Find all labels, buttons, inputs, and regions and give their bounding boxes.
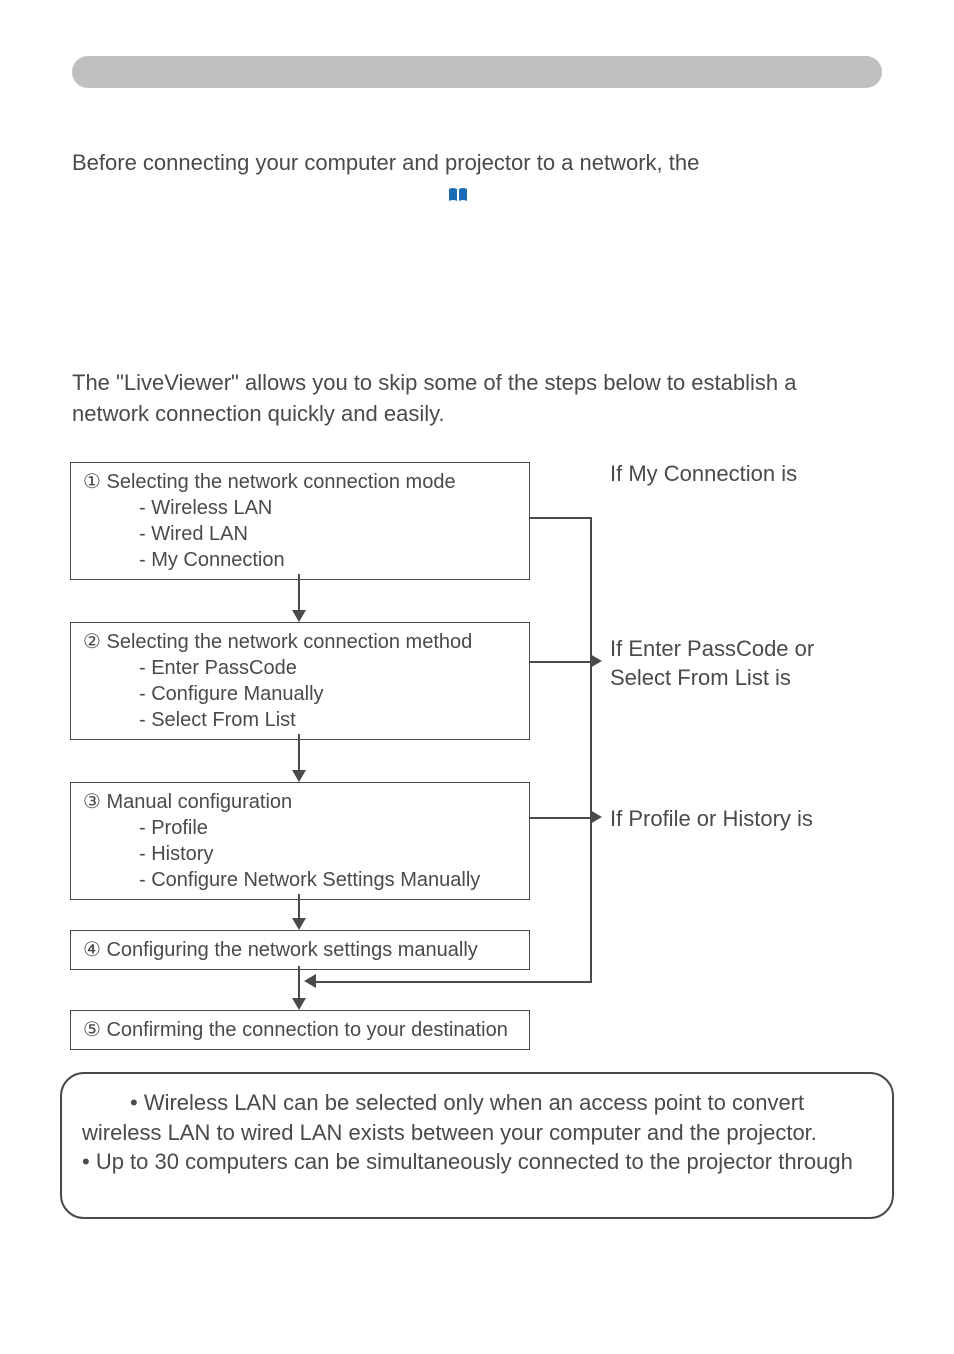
flowchart: ① Selecting the network connection mode …	[60, 450, 895, 1030]
box1-item1: - Wireless LAN	[83, 495, 517, 521]
connector-3-h	[530, 817, 592, 819]
connector-1-h	[530, 517, 592, 519]
intro-line1: Before connecting your computer and proj…	[72, 150, 699, 175]
arrow-head-back-left	[304, 974, 316, 988]
header-bar	[72, 56, 882, 88]
arrow-head-3-4	[292, 918, 306, 930]
arrow-head-4-5	[292, 998, 306, 1010]
connector-main-v	[590, 517, 592, 983]
label2-line2: Select From List is	[610, 665, 791, 690]
box2-item3: - Select From List	[83, 707, 517, 733]
connector-2-h	[530, 661, 592, 663]
book-icon	[448, 179, 468, 210]
side-label-1: If My Connection is	[610, 460, 797, 489]
box1-item2: - Wired LAN	[83, 521, 517, 547]
section-line2: network connection quickly and easily.	[72, 401, 445, 426]
box3-item1: - Profile	[83, 815, 517, 841]
box3-item2: - History	[83, 841, 517, 867]
section-paragraph: The "LiveViewer" allows you to skip some…	[72, 368, 882, 430]
connector-back-h	[314, 981, 592, 983]
arrow-head-1-2	[292, 610, 306, 622]
box3-item3: - Configure Network Settings Manually	[83, 867, 517, 893]
flow-box-5: ⑤ Confirming the connection to your dest…	[70, 1010, 530, 1050]
box3-title: ③ Manual configuration	[83, 789, 517, 815]
side-label-3: If Profile or History is	[610, 805, 813, 834]
arrow-head-2-right	[590, 654, 602, 668]
box1-item3: - My Connection	[83, 547, 517, 573]
note-line2: wireless LAN to wired LAN exists between…	[82, 1118, 872, 1148]
note-line1: • Wireless LAN can be selected only when…	[82, 1088, 872, 1118]
arrow-head-3-right	[590, 810, 602, 824]
box4-title: ④ Configuring the network settings manua…	[83, 937, 517, 963]
box2-item2: - Configure Manually	[83, 681, 517, 707]
note-box: • Wireless LAN can be selected only when…	[60, 1072, 894, 1219]
label1: If My Connection is	[610, 461, 797, 486]
label2-line1: If Enter PassCode or	[610, 636, 814, 661]
flow-box-2: ② Selecting the network connection metho…	[70, 622, 530, 740]
flow-box-1: ① Selecting the network connection mode …	[70, 462, 530, 580]
flow-box-4: ④ Configuring the network settings manua…	[70, 930, 530, 970]
note-line3: • Up to 30 computers can be simultaneous…	[82, 1147, 872, 1177]
label3: If Profile or History is	[610, 806, 813, 831]
intro-paragraph: Before connecting your computer and proj…	[72, 148, 882, 210]
flow-box-3: ③ Manual configuration - Profile - Histo…	[70, 782, 530, 900]
box2-item1: - Enter PassCode	[83, 655, 517, 681]
box2-title: ② Selecting the network connection metho…	[83, 629, 517, 655]
arrow-head-2-3	[292, 770, 306, 782]
side-label-2: If Enter PassCode or Select From List is	[610, 635, 814, 692]
box5-title: ⑤ Confirming the connection to your dest…	[83, 1017, 517, 1043]
section-line1: The "LiveViewer" allows you to skip some…	[72, 370, 796, 395]
box1-title: ① Selecting the network connection mode	[83, 469, 517, 495]
